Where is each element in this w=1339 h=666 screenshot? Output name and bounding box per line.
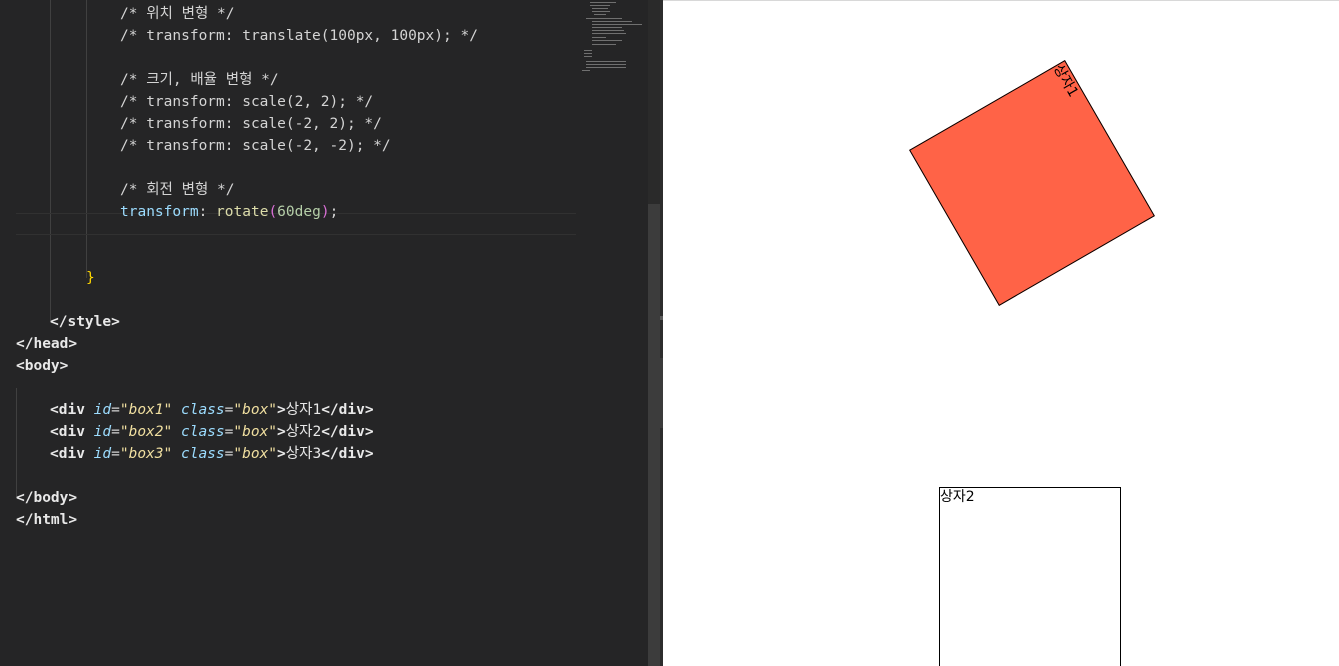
code-token: id <box>93 402 112 418</box>
code-line[interactable]: transform: rotate(60deg); <box>120 201 338 223</box>
code-token: /* transform: scale(-2, 2); */ <box>120 116 382 132</box>
code-token: } <box>86 270 95 286</box>
code-token: "box3" <box>119 446 173 462</box>
code-token: transform <box>120 204 199 220</box>
code-token: > <box>277 424 286 440</box>
code-line[interactable]: /* transform: scale(-2, 2); */ <box>120 113 382 135</box>
indent-guide <box>16 388 17 498</box>
code-line[interactable]: /* transform: scale(-2, -2); */ <box>120 135 391 157</box>
code-token: /* transform: translate(100px, 100px); *… <box>120 28 478 44</box>
code-token: /* transform: scale(2, 2); */ <box>120 94 374 110</box>
code-token: "box1" <box>119 402 173 418</box>
code-token: ( <box>268 204 278 220</box>
code-area[interactable]: /* 위치 변형 */ /* transform: translate(100px… <box>0 0 576 666</box>
code-token: 상자3 <box>285 446 322 462</box>
code-line[interactable]: </html> <box>16 509 77 531</box>
code-token: = <box>111 424 120 440</box>
code-token: </html> <box>16 512 78 528</box>
code-token: /* 위치 변형 */ <box>120 6 235 22</box>
browser-preview: 상자1 상자2 <box>663 0 1339 666</box>
code-token: <div <box>50 424 94 440</box>
code-token: id <box>93 424 112 440</box>
minimap[interactable] <box>578 0 648 80</box>
code-token: = <box>111 402 120 418</box>
code-line[interactable]: /* 크기, 배율 변형 */ <box>120 69 279 91</box>
box1-label: 상자1 <box>1049 61 1082 100</box>
code-token: class <box>180 446 225 462</box>
code-token: > <box>277 446 286 462</box>
code-line[interactable]: /* 위치 변형 */ <box>120 3 234 25</box>
code-line[interactable]: } <box>86 267 95 289</box>
box2-label: 상자2 <box>940 489 975 505</box>
code-token: "box" <box>233 402 278 418</box>
indent-guide <box>50 0 51 322</box>
code-line[interactable]: <div id="box2" class="box">상자2</div> <box>50 421 374 443</box>
code-token: <div <box>50 446 94 462</box>
code-token: id <box>93 446 112 462</box>
code-token: </div> <box>321 446 374 462</box>
code-token: </div> <box>321 402 374 418</box>
code-token: </head> <box>16 336 78 352</box>
code-token: <div <box>50 402 94 418</box>
code-token: class <box>180 402 225 418</box>
code-token: rotate <box>216 204 269 220</box>
code-token: = <box>111 446 120 462</box>
code-token: ; <box>329 204 339 220</box>
code-token: </div> <box>321 424 374 440</box>
code-token: "box" <box>233 424 278 440</box>
code-token: </style> <box>50 314 120 330</box>
code-token: /* transform: scale(-2, -2); */ <box>120 138 391 154</box>
box2: 상자2 <box>939 487 1121 666</box>
code-line[interactable]: <div id="box1" class="box">상자1</div> <box>50 399 374 421</box>
code-token: /* 회전 변형 */ <box>120 182 235 198</box>
code-token: 상자1 <box>285 402 322 418</box>
code-token: ) <box>320 204 330 220</box>
scrollbar-thumb[interactable] <box>648 204 660 666</box>
code-token: <body> <box>16 358 69 374</box>
code-line[interactable]: </style> <box>50 311 120 333</box>
indent-guide <box>86 0 87 278</box>
code-token: class <box>180 424 225 440</box>
code-line[interactable]: </head> <box>16 333 77 355</box>
code-token: > <box>277 402 286 418</box>
code-token: </body> <box>16 490 78 506</box>
code-token: 60deg <box>277 204 321 220</box>
code-token: "box" <box>233 446 278 462</box>
code-line[interactable]: /* transform: scale(2, 2); */ <box>120 91 373 113</box>
code-line[interactable]: <body> <box>16 355 68 377</box>
code-token: 상자2 <box>285 424 322 440</box>
code-line[interactable]: <div id="box3" class="box">상자3</div> <box>50 443 374 465</box>
code-line[interactable]: /* transform: translate(100px, 100px); *… <box>120 25 478 47</box>
vertical-scrollbar[interactable] <box>648 0 660 666</box>
code-token: : <box>198 204 217 220</box>
code-token: /* 크기, 배율 변형 */ <box>120 72 279 88</box>
code-line[interactable]: </body> <box>16 487 77 509</box>
code-token: "box2" <box>119 424 173 440</box>
code-line[interactable]: /* 회전 변형 */ <box>120 179 234 201</box>
code-editor[interactable]: /* 위치 변형 */ /* transform: translate(100px… <box>0 0 660 666</box>
box1: 상자1 <box>909 60 1155 306</box>
